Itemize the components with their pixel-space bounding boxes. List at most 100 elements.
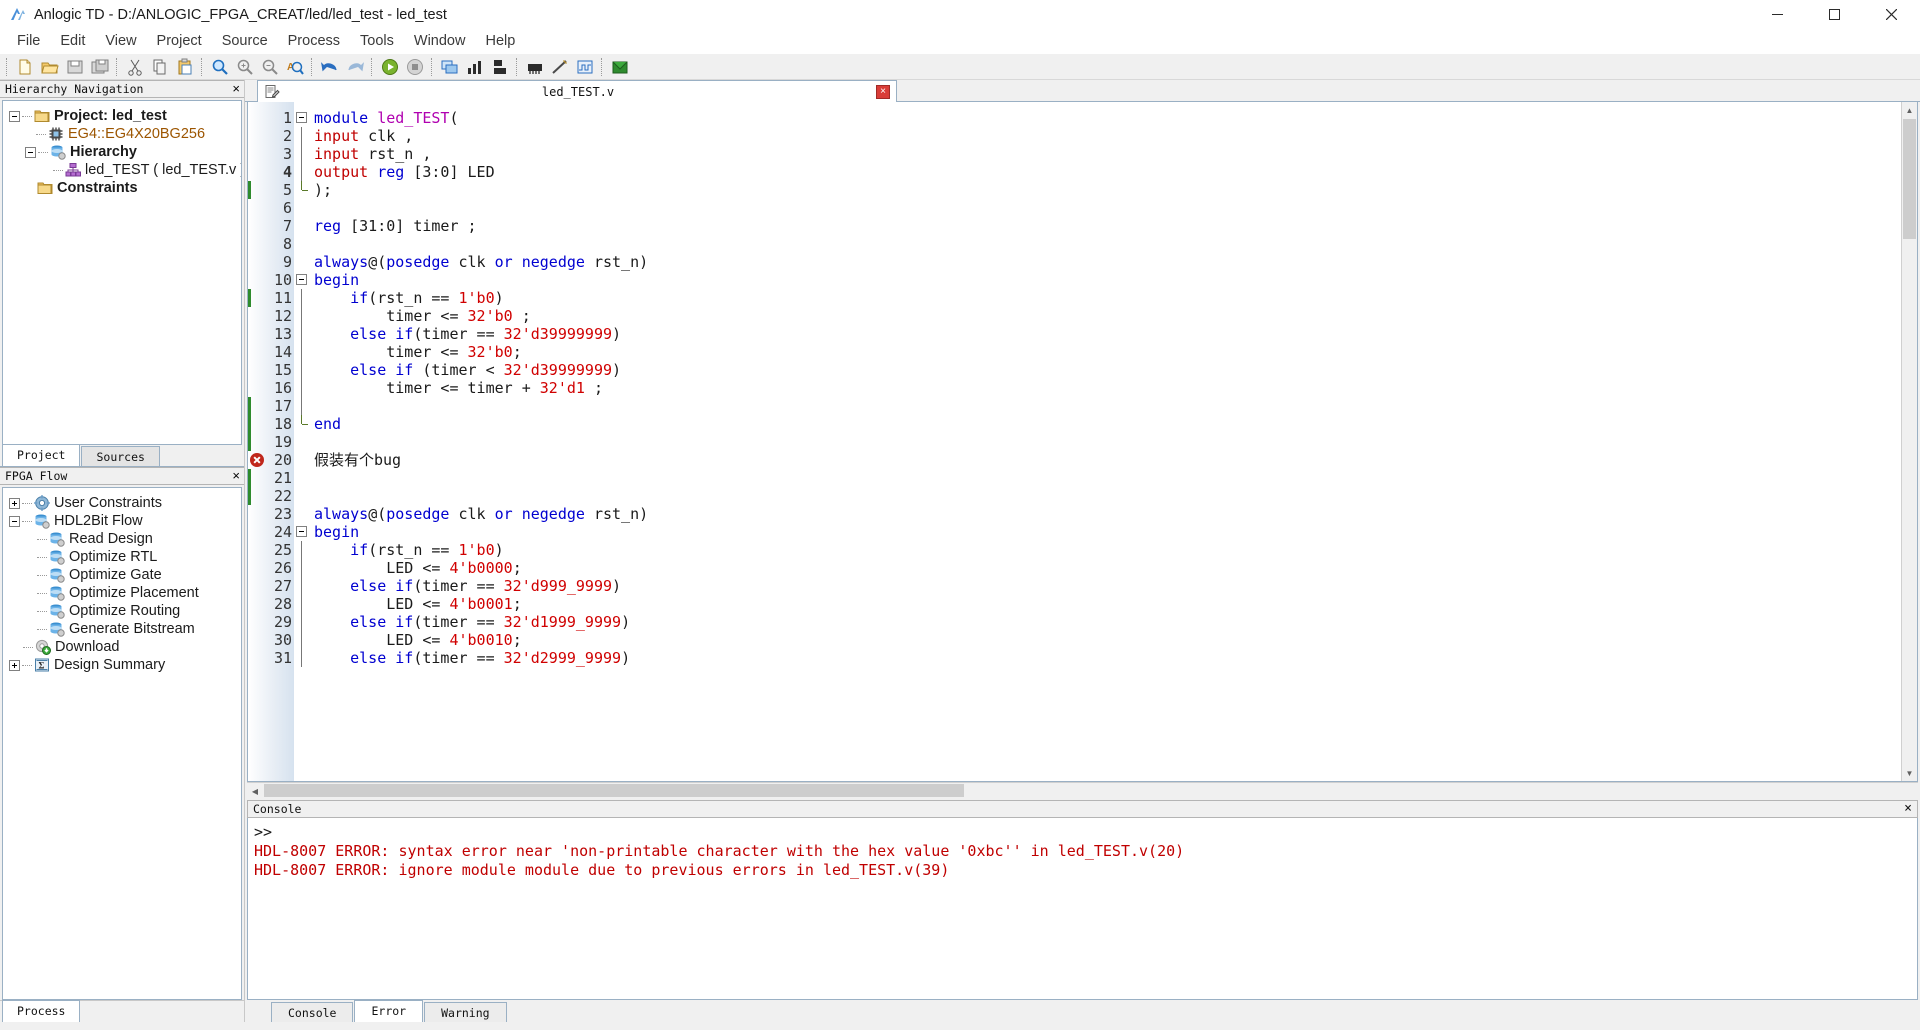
minimize-button[interactable] — [1749, 0, 1806, 29]
flow-node-design-summary[interactable]: Σ Design Summary — [3, 656, 241, 674]
menu-source[interactable]: Source — [212, 30, 278, 53]
zoom-in-icon[interactable] — [232, 55, 257, 79]
rtl-view-icon[interactable] — [437, 55, 462, 79]
save-icon[interactable] — [62, 55, 87, 79]
tree-node-hierarchy[interactable]: Hierarchy — [3, 143, 241, 161]
code-editor[interactable]: 1 2 3 4 5 6 7 8 9 10 11 12 13 14 15 16 17 18 19 20 21 22 23 24 2… — [247, 102, 1918, 782]
fold-cell — [294, 145, 310, 163]
hierarchy-tree[interactable]: Project: led_test EG4::EG4X20BG256 Hiera… — [2, 100, 242, 445]
flow-node-optimize-placement[interactable]: Optimize Placement — [3, 584, 241, 602]
code-token: 32'd39999999 — [503, 361, 613, 379]
flow-node-hdl2bit-flow[interactable]: HDL2Bit Flow — [3, 512, 241, 530]
undo-icon[interactable] — [317, 55, 342, 79]
tree-node-device[interactable]: EG4::EG4X20BG256 — [3, 125, 241, 143]
editor-tab-led-test-v[interactable]: led_TEST.v × — [257, 80, 897, 102]
tree-node-constraints[interactable]: Constraints — [3, 179, 241, 197]
code-token: module — [314, 109, 369, 127]
flow-node-read-design[interactable]: Read Design — [3, 530, 241, 548]
tab-project[interactable]: Project — [2, 444, 81, 466]
fold-collapse-icon[interactable] — [296, 526, 307, 537]
paste-icon[interactable] — [172, 55, 197, 79]
timing-icon[interactable] — [547, 55, 572, 79]
vertical-scroll-thumb[interactable] — [1903, 119, 1916, 239]
flow-node-generate-bitstream[interactable]: Generate Bitstream — [3, 620, 241, 638]
fold-cell[interactable] — [294, 109, 310, 127]
error-marker-icon[interactable] — [250, 453, 264, 467]
code-token: begin — [314, 523, 360, 541]
new-file-icon[interactable] — [12, 55, 37, 79]
menu-help[interactable]: Help — [475, 30, 525, 53]
expander-minus-icon[interactable] — [25, 146, 36, 158]
expander-plus-icon[interactable] — [9, 497, 20, 509]
floorplan-icon[interactable] — [487, 55, 512, 79]
hierarchy-panel-close-icon[interactable]: × — [232, 82, 240, 96]
scroll-up-arrow-icon[interactable]: ▲ — [1901, 102, 1917, 118]
fold-cell — [294, 451, 310, 469]
editor-vertical-scrollbar[interactable]: ▲ ▼ — [1901, 102, 1917, 781]
menu-file[interactable]: File — [7, 30, 50, 53]
fold-cell[interactable] — [294, 271, 310, 289]
flow-node-optimize-rtl[interactable]: Optimize RTL — [3, 548, 241, 566]
tree-connector — [38, 151, 48, 153]
maximize-button[interactable] — [1806, 0, 1863, 29]
tree-node-led-test-module[interactable]: led_TEST ( led_TEST.v ) — [3, 161, 241, 179]
menu-window[interactable]: Window — [404, 30, 476, 53]
fold-collapse-icon[interactable] — [296, 112, 307, 123]
open-folder-icon[interactable] — [37, 55, 62, 79]
flow-node-optimize-gate[interactable]: Optimize Gate — [3, 566, 241, 584]
download-icon[interactable] — [607, 55, 632, 79]
line-number-gutter[interactable]: 1 2 3 4 5 6 7 8 9 10 11 12 13 14 15 16 17 18 19 20 21 22 23 24 2… — [248, 102, 294, 781]
menu-view[interactable]: View — [95, 30, 146, 53]
redo-icon[interactable] — [342, 55, 367, 79]
flow-node-user-constraints[interactable]: User Constraints — [3, 494, 241, 512]
menu-tools[interactable]: Tools — [350, 30, 404, 53]
fold-cell[interactable] — [294, 523, 310, 541]
zoom-out-icon[interactable] — [257, 55, 282, 79]
tree-connector — [22, 502, 32, 504]
editor-horizontal-scrollbar[interactable]: ◀ — [247, 782, 1918, 798]
code-text-area[interactable]: module led_TEST(input clk , input rst_n ,… — [310, 102, 1901, 781]
stop-icon[interactable] — [402, 55, 427, 79]
tab-warning[interactable]: Warning — [424, 1002, 507, 1022]
waveform-icon[interactable] — [572, 55, 597, 79]
tab-sources[interactable]: Sources — [81, 446, 160, 466]
editor-tab-close-icon[interactable]: × — [876, 84, 890, 99]
flow-node-download[interactable]: Download — [3, 638, 241, 656]
console-output[interactable]: >> HDL-8007 ERROR: syntax error near 'non… — [247, 818, 1918, 1000]
scroll-left-arrow-icon[interactable]: ◀ — [247, 783, 263, 799]
report-chart-icon[interactable] — [462, 55, 487, 79]
console-panel-close-icon[interactable]: × — [1904, 802, 1912, 816]
expander-plus-icon[interactable] — [9, 659, 20, 671]
find-icon[interactable] — [207, 55, 232, 79]
fpga-flow-tree[interactable]: User Constraints HDL2Bit Flow Read Desig… — [2, 487, 242, 1000]
code-token: ; — [512, 559, 522, 577]
fpga-flow-panel-close-icon[interactable]: × — [232, 469, 240, 483]
run-icon[interactable] — [377, 55, 402, 79]
menu-project[interactable]: Project — [147, 30, 212, 53]
copy-icon[interactable] — [147, 55, 172, 79]
horizontal-scroll-thumb[interactable] — [264, 784, 964, 797]
device-icon[interactable] — [522, 55, 547, 79]
line-number: 7 — [282, 217, 292, 235]
flow-node-optimize-routing[interactable]: Optimize Routing — [3, 602, 241, 620]
save-all-icon[interactable] — [87, 55, 112, 79]
expander-minus-icon[interactable] — [9, 515, 20, 527]
fold-margin[interactable] — [294, 102, 310, 781]
tab-error[interactable]: Error — [354, 1000, 424, 1022]
close-button[interactable] — [1863, 0, 1920, 29]
code-token: LED <= — [314, 559, 450, 577]
tab-process[interactable]: Process — [2, 1000, 81, 1022]
find-replace-icon[interactable]: A — [282, 55, 307, 79]
tab-console[interactable]: Console — [271, 1002, 354, 1022]
code-line: else if(timer == 32'd2999_9999) — [310, 649, 1901, 667]
tree-node-project[interactable]: Project: led_test — [3, 107, 241, 125]
cut-icon[interactable] — [122, 55, 147, 79]
fold-cell — [294, 361, 310, 379]
scroll-down-arrow-icon[interactable]: ▼ — [1901, 765, 1917, 781]
menu-process[interactable]: Process — [278, 30, 350, 53]
code-token: always — [314, 253, 369, 271]
expander-minus-icon[interactable] — [9, 110, 20, 122]
menu-edit[interactable]: Edit — [50, 30, 95, 53]
code-token: 32'd1 — [539, 379, 585, 397]
fold-collapse-icon[interactable] — [296, 274, 307, 285]
